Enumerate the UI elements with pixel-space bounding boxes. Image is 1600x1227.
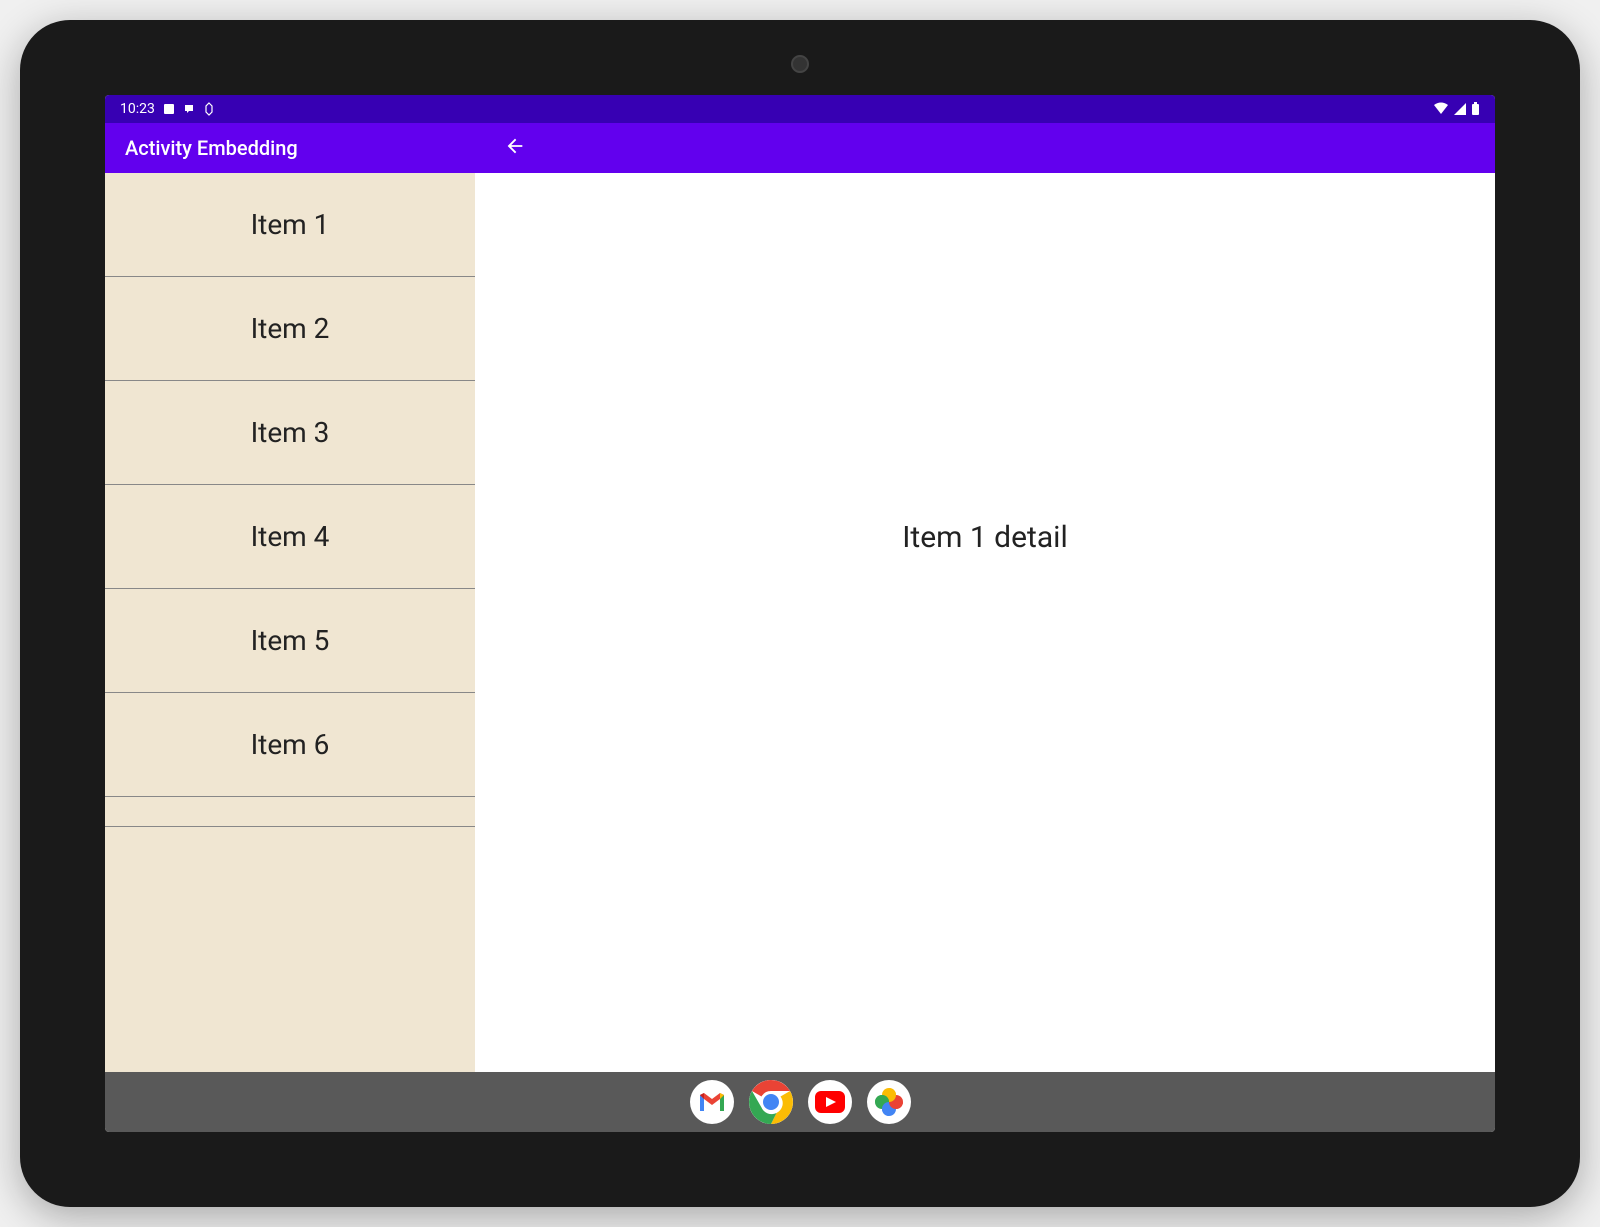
tablet-screen: 10:23 — [105, 95, 1495, 1132]
tablet-camera — [791, 55, 809, 73]
notification-icon — [163, 103, 175, 115]
status-bar-left: 10:23 — [120, 101, 215, 117]
list-item-label: Item 3 — [251, 416, 330, 449]
list-item[interactable]: Item 6 — [105, 693, 475, 797]
detail-panel: Item 1 detail — [475, 173, 1495, 1072]
app-title: Activity Embedding — [125, 136, 298, 160]
list-item-label: Item 2 — [251, 312, 330, 345]
tablet-device-frame: 10:23 — [20, 20, 1580, 1207]
photos-app-icon[interactable] — [867, 1080, 911, 1124]
battery-icon — [1471, 102, 1480, 116]
list-item-label: Item 6 — [251, 728, 330, 761]
app-bar: Activity Embedding — [105, 123, 1495, 173]
back-button[interactable] — [495, 128, 535, 168]
list-item[interactable]: Item 4 — [105, 485, 475, 589]
wifi-icon — [1433, 102, 1449, 116]
gmail-app-icon[interactable] — [690, 1080, 734, 1124]
youtube-app-icon[interactable] — [808, 1080, 852, 1124]
status-bar-right — [1433, 102, 1480, 116]
list-item-label: Item 5 — [251, 624, 330, 657]
content-area: Item 1 Item 2 Item 3 Item 4 Item 5 Item … — [105, 173, 1495, 1072]
navigation-bar — [105, 1072, 1495, 1132]
list-item[interactable]: Item 1 — [105, 173, 475, 277]
detail-text: Item 1 detail — [902, 520, 1067, 555]
signal-icon — [1453, 102, 1467, 116]
list-item-label: Item 1 — [251, 208, 330, 241]
list-item[interactable]: Item 5 — [105, 589, 475, 693]
app-bar-right-section — [475, 128, 1495, 168]
status-bar: 10:23 — [105, 95, 1495, 123]
back-arrow-icon — [504, 135, 526, 161]
list-panel[interactable]: Item 1 Item 2 Item 3 Item 4 Item 5 Item … — [105, 173, 475, 1072]
chrome-app-icon[interactable] — [749, 1080, 793, 1124]
status-time: 10:23 — [120, 101, 155, 117]
app-notification-icon — [183, 103, 195, 115]
list-item-partial[interactable] — [105, 797, 475, 827]
list-item[interactable]: Item 2 — [105, 277, 475, 381]
list-item[interactable]: Item 3 — [105, 381, 475, 485]
app-bar-left-section: Activity Embedding — [105, 136, 475, 160]
list-item-label: Item 4 — [251, 520, 330, 553]
debug-icon — [203, 102, 215, 116]
